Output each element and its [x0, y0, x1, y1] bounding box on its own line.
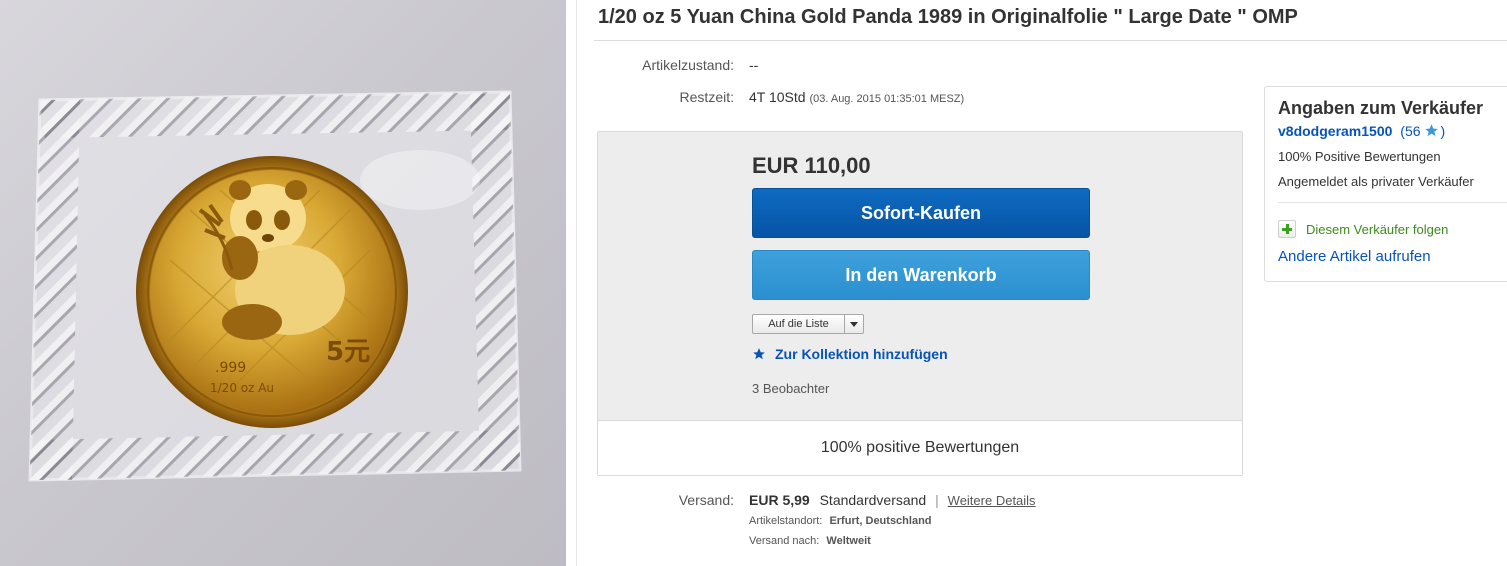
seller-name-link[interactable]: v8dodgeram1500	[1278, 123, 1392, 139]
item-title: 1/20 oz 5 Yuan China Gold Panda 1989 in …	[598, 6, 1298, 28]
gold-panda-coin-photo: 5元 .999 1/20 oz Au	[28, 90, 522, 482]
feedback-score-close: )	[1440, 123, 1446, 139]
add-to-cart-button[interactable]: In den Warenkorb	[752, 250, 1090, 300]
chevron-down-icon[interactable]	[845, 315, 863, 333]
feedback-score[interactable]: (56	[1400, 123, 1420, 139]
watch-list-dropdown[interactable]: Auf die Liste	[752, 314, 864, 334]
coin-weight: 1/20 oz Au	[210, 381, 274, 395]
image-divider	[576, 0, 577, 566]
other-items-link[interactable]: Andere Artikel aufrufen	[1278, 248, 1431, 265]
buy-now-button[interactable]: Sofort-Kaufen	[752, 188, 1090, 238]
star-icon	[753, 348, 765, 360]
ships-to: Versand nach: Weltweit	[749, 535, 871, 547]
shipping-method: Standardversand	[819, 492, 927, 508]
buy-box-feedback: 100% positive Bewertungen	[598, 420, 1242, 475]
remaining-time-label: Restzeit:	[679, 89, 734, 105]
remaining-time-value: 4T 10Std	[749, 89, 806, 105]
item-location-value: Erfurt, Deutschland	[829, 515, 932, 527]
price: EUR 110,00	[752, 153, 871, 178]
shipping-details-link[interactable]: Weitere Details	[948, 493, 1036, 508]
seller-identity: v8dodgeram1500 (56)	[1278, 123, 1445, 139]
remaining-time: 4T 10Std (03. Aug. 2015 01:35:01 MESZ)	[749, 89, 964, 105]
watcher-count: 3 Beobachter	[752, 381, 830, 396]
plus-icon[interactable]	[1278, 220, 1296, 238]
add-to-collection-link[interactable]: Zur Kollektion hinzufügen	[752, 346, 948, 362]
buy-box-feedback-text: 100% positive Bewertungen	[820, 439, 1020, 456]
ships-to-label: Versand nach:	[749, 535, 820, 547]
product-image[interactable]: 5元 .999 1/20 oz Au	[0, 0, 566, 566]
watch-list-label[interactable]: Auf die Liste	[753, 315, 845, 333]
end-date: (03. Aug. 2015 01:35:01 MESZ)	[809, 93, 965, 105]
item-location: Artikelstandort: Erfurt, Deutschland	[749, 515, 932, 527]
shipping-separator: |	[935, 492, 939, 508]
title-divider	[594, 40, 1507, 41]
condition-value: --	[749, 57, 759, 73]
shipping-cost: EUR 5,99	[749, 492, 810, 508]
seller-type: Angemeldet als privater Verkäufer	[1278, 174, 1474, 189]
coin-fineness: .999	[215, 360, 246, 376]
seller-panel: Angaben zum Verkäufer v8dodgeram1500 (56…	[1264, 86, 1507, 282]
seller-heading: Angaben zum Verkäufer	[1278, 98, 1484, 118]
buy-box: EUR 110,00 Sofort-Kaufen In den Warenkor…	[597, 131, 1243, 476]
follow-seller-button[interactable]: Diesem Verkäufer folgen	[1278, 220, 1448, 238]
seller-divider	[1278, 202, 1507, 203]
seller-positive-feedback: 100% Positive Bewertungen	[1278, 149, 1441, 164]
star-icon	[1424, 124, 1438, 137]
item-location-label: Artikelstandort:	[749, 515, 823, 527]
follow-seller-label[interactable]: Diesem Verkäufer folgen	[1306, 222, 1448, 237]
shipping-label: Versand:	[678, 492, 734, 508]
coin-denomination: 5元	[326, 337, 370, 367]
add-to-collection-label[interactable]: Zur Kollektion hinzufügen	[775, 346, 948, 362]
shipping-info: EUR 5,99 Standardversand | Weitere Detai…	[749, 492, 1036, 508]
condition-label: Artikelzustand:	[642, 57, 734, 73]
ships-to-value: Weltweit	[826, 535, 871, 547]
